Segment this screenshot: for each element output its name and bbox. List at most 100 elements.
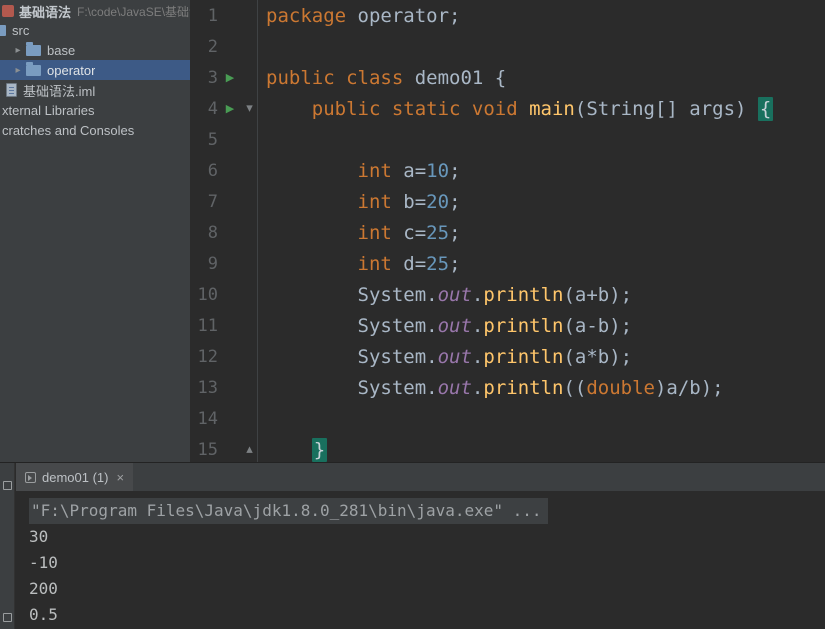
fold-slot[interactable] (242, 403, 258, 434)
fold-slot[interactable] (242, 248, 258, 279)
close-icon[interactable]: × (114, 471, 124, 484)
line-number: 11 (197, 315, 218, 336)
project-name: 基础语法 (19, 4, 72, 20)
line-number: 8 (207, 222, 218, 243)
tool-stripe-icon-bottom[interactable] (2, 613, 12, 622)
console-tab[interactable]: demo01 (1) × (16, 463, 134, 491)
tree-item[interactable]: xternal Libraries (0, 100, 190, 120)
line-number: 4 (207, 98, 218, 119)
fold-slot[interactable] (242, 62, 258, 93)
code-token: . (471, 283, 484, 306)
code-token: System. (266, 376, 438, 399)
tool-stripe-icon-top[interactable] (2, 481, 12, 490)
folder-icon (26, 41, 41, 56)
code-token: ; (449, 159, 461, 182)
code-token: (String[] args) (574, 97, 758, 120)
line-number: 2 (207, 36, 218, 57)
tree-item-label: operator (47, 62, 96, 78)
code-token: public class (266, 66, 404, 89)
gutter-icon-slot[interactable]: ▶ (218, 102, 242, 115)
code-text[interactable]: System.out.println(a+b); (258, 283, 633, 306)
code-token: println (483, 345, 564, 368)
fold-slot[interactable] (242, 124, 258, 155)
fold-slot[interactable]: ▴ (242, 434, 258, 462)
project-tree: src ▸ base ▸ operator 基础语法.iml xternal Librari… (0, 20, 190, 140)
code-text[interactable]: System.out.println(a*b); (258, 345, 633, 368)
code-token: System. (266, 314, 438, 337)
fold-slot[interactable] (242, 217, 258, 248)
code-token: int (357, 190, 392, 213)
code-token: System. (266, 345, 438, 368)
file-icon (6, 83, 17, 97)
tree-item[interactable]: ▸ operator (0, 60, 190, 80)
code-token: } (311, 437, 328, 462)
project-root-icon (2, 5, 14, 17)
code-text[interactable]: int b=20; (258, 191, 461, 213)
chevron-right-icon[interactable]: ▸ (10, 45, 26, 56)
code-text[interactable]: System.out.println((double)a/b); (258, 377, 724, 399)
code-text[interactable]: System.out.println(a-b); (258, 314, 633, 337)
line-number: 3 (207, 67, 218, 88)
code-text[interactable]: public class demo01 { (258, 67, 506, 89)
run-line-icon[interactable]: ▶ (226, 102, 234, 115)
code-token: demo01 { (403, 66, 507, 89)
code-text[interactable]: int c=25; (258, 222, 461, 244)
gutter-icon-slot[interactable]: ▶ (218, 71, 242, 84)
code-text[interactable]: public static void main(String[] args) { (258, 96, 774, 121)
tree-item-label: xternal Libraries (2, 102, 95, 118)
code-token: c= (391, 221, 427, 244)
code-text[interactable]: int d=25; (258, 253, 461, 275)
fold-slot[interactable] (242, 186, 258, 217)
project-path: F:\code\JavaSE\基础语法 (77, 4, 190, 19)
code-token: . (471, 376, 484, 399)
tree-item[interactable]: src (0, 20, 190, 40)
code-token: ; (449, 221, 461, 244)
tree-item[interactable]: 基础语法.iml (0, 80, 190, 100)
fold-slot[interactable] (242, 372, 258, 403)
code-token: b= (391, 190, 427, 213)
code-text[interactable]: package operator; (258, 5, 460, 27)
code-token: out (437, 345, 472, 368)
tree-item[interactable]: cratches and Consoles (0, 120, 190, 140)
code-token: a= (391, 159, 427, 182)
editor-line: 8 int c=25; (190, 217, 825, 248)
code-token: println (483, 314, 564, 337)
run-line-icon[interactable]: ▶ (226, 71, 234, 84)
fold-slot[interactable] (242, 31, 258, 62)
fold-slot[interactable]: ▾ (242, 93, 258, 124)
fold-slot[interactable] (242, 0, 258, 31)
fold-slot[interactable] (242, 310, 258, 341)
code-token: ; (449, 190, 461, 213)
line-number: 15 (197, 439, 218, 460)
tree-item[interactable]: ▸ base (0, 40, 190, 60)
editor[interactable]: 1 package operator; 2 3 ▶ public class demo01… (190, 0, 825, 462)
code-token: (( (563, 376, 587, 399)
fold-slot[interactable] (242, 341, 258, 372)
line-number: 10 (197, 284, 218, 305)
line-number: 14 (197, 408, 218, 429)
line-number: 9 (207, 253, 218, 274)
tree-item-label: 基础语法.iml (23, 83, 96, 99)
editor-line: 1 package operator; (190, 0, 825, 31)
fold-top-icon[interactable]: ▾ (246, 101, 253, 116)
console-output[interactable]: "F:\Program Files\Java\jdk1.8.0_281\bin\… (16, 491, 825, 629)
editor-line: 3 ▶ public class demo01 { (190, 62, 825, 93)
console-line: 0.5 (29, 605, 58, 624)
editor-lines: 1 package operator; 2 3 ▶ public class demo01… (190, 0, 825, 462)
editor-line: 7 int b=20; (190, 186, 825, 217)
tree-item-label: src (12, 22, 30, 38)
line-number: 13 (197, 377, 218, 398)
code-token: System. (266, 283, 438, 306)
code-text[interactable]: int a=10; (258, 160, 461, 182)
editor-line: 2 (190, 31, 825, 62)
code-token: println (483, 376, 564, 399)
code-text[interactable]: } (258, 437, 328, 462)
chevron-right-icon[interactable]: ▸ (10, 65, 26, 76)
run-tool-window-header: demo01 (1) × (16, 463, 825, 491)
fold-bottom-icon[interactable]: ▴ (246, 442, 253, 457)
code-token: out (437, 283, 472, 306)
fold-slot[interactable] (242, 155, 258, 186)
fold-slot[interactable] (242, 279, 258, 310)
